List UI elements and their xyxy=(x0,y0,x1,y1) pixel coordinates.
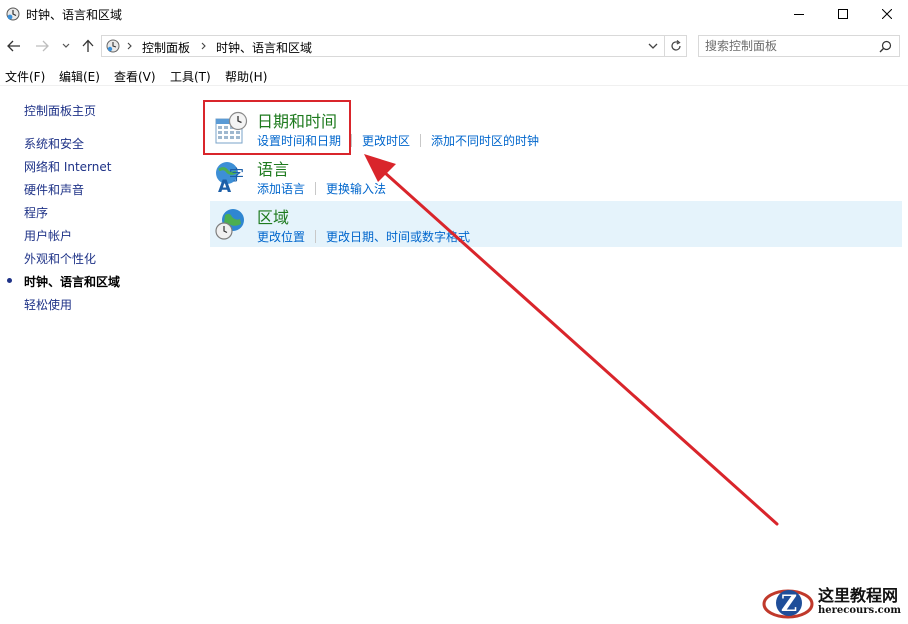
search-input[interactable] xyxy=(705,38,875,54)
annotation-arrow xyxy=(364,154,779,526)
sidebar-item-hardware-sound[interactable]: 硬件和声音 xyxy=(24,181,84,198)
sidebar-item-system-security[interactable]: 系统和安全 xyxy=(24,135,84,152)
menu-tools[interactable]: 工具(T) xyxy=(170,68,211,85)
maximize-button[interactable] xyxy=(820,0,866,28)
menu-edit[interactable]: 编辑(E) xyxy=(59,68,100,85)
category-title-region[interactable]: 区域 xyxy=(257,204,289,228)
recent-locations-dropdown[interactable] xyxy=(58,36,74,56)
category-title-language[interactable]: 语言 xyxy=(257,156,289,180)
link-add-language[interactable]: 添加语言 xyxy=(257,180,305,197)
sidebar-item-ease-of-access[interactable]: 轻松使用 xyxy=(24,296,72,313)
link-add-clocks[interactable]: 添加不同时区的时钟 xyxy=(431,132,539,149)
clock-globe-icon xyxy=(6,7,20,21)
svg-text:字: 字 xyxy=(229,166,244,184)
svg-text:Z: Z xyxy=(781,591,797,617)
address-bar[interactable]: 控制面板 时钟、语言和区域 xyxy=(101,35,665,57)
up-button[interactable] xyxy=(78,36,98,56)
link-change-input-method[interactable]: 更换输入法 xyxy=(326,180,386,197)
sidebar-item-user-accounts[interactable]: 用户帐户 xyxy=(24,227,72,244)
search-icon[interactable] xyxy=(879,40,892,53)
refresh-button[interactable] xyxy=(665,35,687,57)
link-separator xyxy=(315,182,317,195)
category-language: A 字 语言 添加语言 更换输入法 xyxy=(210,153,902,199)
menu-file[interactable]: 文件(F) xyxy=(5,68,45,85)
watermark: Z 这里教程网 herecours.com xyxy=(760,582,908,624)
search-box[interactable] xyxy=(698,35,900,57)
current-item-bullet xyxy=(7,278,12,283)
sidebar-item-network[interactable]: 网络和 Internet xyxy=(24,158,111,175)
menu-view[interactable]: 查看(V) xyxy=(114,68,156,85)
watermark-logo: Z xyxy=(762,582,816,624)
sidebar-item-appearance[interactable]: 外观和个性化 xyxy=(24,250,96,267)
link-separator xyxy=(315,230,317,243)
sidebar-item-home[interactable]: 控制面板主页 xyxy=(24,102,96,119)
annotation-highlight-box xyxy=(203,100,351,155)
category-links: 添加语言 更换输入法 xyxy=(257,180,386,197)
link-change-location[interactable]: 更改位置 xyxy=(257,228,305,245)
link-separator xyxy=(420,134,422,147)
minimize-button[interactable] xyxy=(776,0,822,28)
title-bar: 时钟、语言和区域 xyxy=(0,0,908,30)
control-panel-icon xyxy=(106,39,120,53)
category-links: 更改位置 更改日期、时间或数字格式 xyxy=(257,228,470,245)
address-history-dropdown[interactable] xyxy=(648,40,658,52)
navigation-bar: 控制面板 时钟、语言和区域 xyxy=(0,32,908,60)
back-button[interactable] xyxy=(4,36,24,56)
link-change-time-zone[interactable]: 更改时区 xyxy=(362,132,410,149)
watermark-title: 这里教程网 xyxy=(818,586,899,605)
category-region: 区域 更改位置 更改日期、时间或数字格式 xyxy=(210,201,902,247)
breadcrumb-separator-icon[interactable] xyxy=(200,39,208,53)
language-icon[interactable]: A 字 xyxy=(214,159,248,193)
close-button[interactable] xyxy=(864,0,908,28)
globe-clock-icon[interactable] xyxy=(214,207,248,241)
sidebar-item-programs[interactable]: 程序 xyxy=(24,204,48,221)
breadcrumb-separator-icon[interactable] xyxy=(126,39,134,53)
link-separator xyxy=(351,134,353,147)
breadcrumb-current[interactable]: 时钟、语言和区域 xyxy=(216,39,312,56)
sidebar-item-clock-language-region: 时钟、语言和区域 xyxy=(24,275,121,289)
menu-bar: 文件(F) 编辑(E) 查看(V) 工具(T) 帮助(H) xyxy=(0,64,908,86)
forward-button[interactable] xyxy=(32,36,52,56)
breadcrumb-control-panel[interactable]: 控制面板 xyxy=(142,39,190,56)
watermark-domain: herecours.com xyxy=(818,605,902,616)
menu-help[interactable]: 帮助(H) xyxy=(225,68,267,85)
link-change-formats[interactable]: 更改日期、时间或数字格式 xyxy=(326,228,470,245)
window-title: 时钟、语言和区域 xyxy=(26,8,123,22)
